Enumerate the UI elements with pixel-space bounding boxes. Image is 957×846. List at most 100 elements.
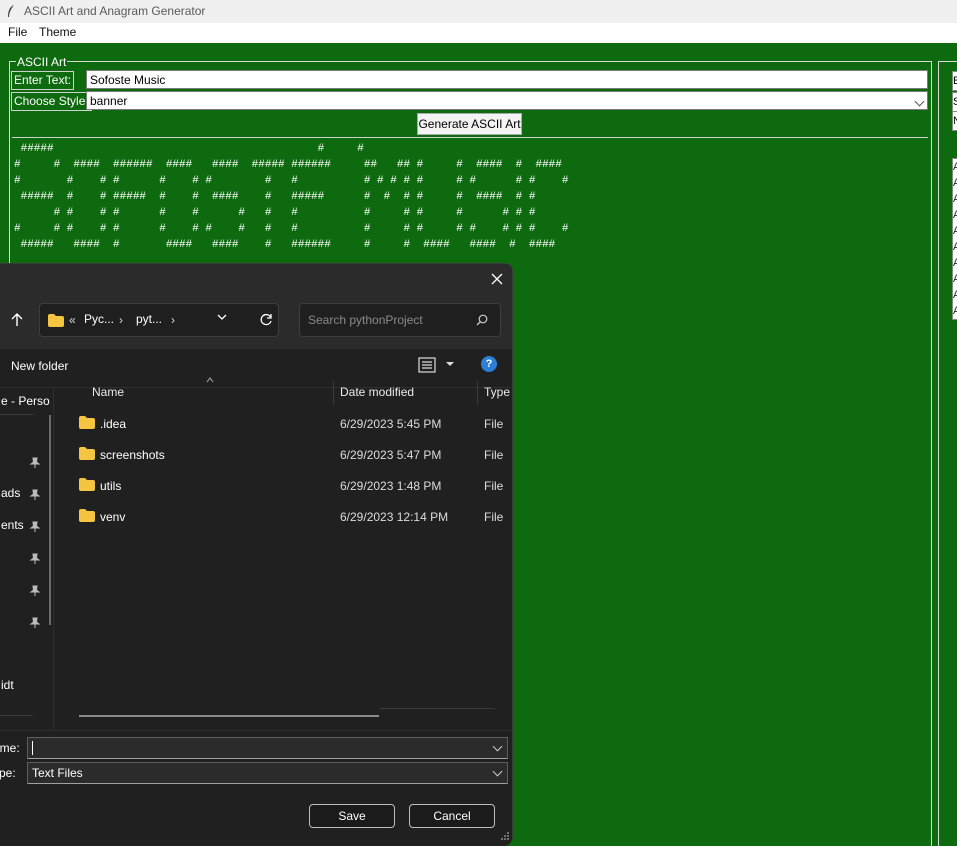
right-panel-field-3[interactable]: N: [952, 111, 957, 131]
column-divider[interactable]: [477, 381, 478, 405]
list-item: A: [953, 255, 957, 271]
list-item: A: [953, 207, 957, 223]
scrollbar-track: [379, 708, 495, 709]
search-input[interactable]: Search pythonProject: [299, 303, 501, 337]
list-item: A: [953, 175, 957, 191]
list-item: A: [953, 191, 957, 207]
chevron-down-icon: [914, 96, 925, 107]
dialog-header: « Pyc... › pyt... › Search pythonProject: [0, 264, 512, 349]
text-caret: [32, 741, 33, 755]
file-row[interactable]: utils 6/29/2023 1:48 PM File folder: [73, 472, 513, 500]
nav-item-onedrive[interactable]: e - Perso: [1, 394, 50, 408]
choose-style-label: Choose Style:: [11, 92, 92, 111]
chevron-down-icon[interactable]: [445, 359, 455, 369]
nav-item-documents[interactable]: ents: [1, 518, 24, 532]
style-select[interactable]: banner: [86, 91, 928, 110]
search-icon: [476, 314, 488, 326]
list-item: A: [953, 159, 957, 175]
column-header-date[interactable]: Date modified: [340, 385, 414, 399]
navigation-pane: e - Perso ads ents idt: [0, 388, 54, 731]
nav-divider: [0, 715, 33, 716]
save-dialog: « Pyc... › pyt... › Search pythonProject…: [0, 263, 513, 846]
breadcrumb-item[interactable]: Pyc...: [84, 312, 114, 326]
list-item: A: [953, 271, 957, 287]
resize-grip-icon[interactable]: [500, 831, 510, 841]
list-item: A: [953, 303, 957, 319]
help-icon[interactable]: ?: [481, 356, 497, 372]
feather-icon: [8, 5, 14, 17]
pin-icon: [29, 489, 41, 500]
file-name: venv: [100, 510, 126, 524]
pin-icon: [29, 617, 41, 628]
column-divider[interactable]: [333, 381, 334, 405]
folder-icon: [79, 509, 95, 522]
generate-ascii-art-button[interactable]: Generate ASCII Art: [417, 113, 522, 135]
file-date: 6/29/2023 5:45 PM: [340, 417, 442, 431]
right-panel-field-1[interactable]: E: [952, 71, 957, 91]
search-placeholder: Search pythonProject: [308, 313, 423, 327]
column-header-type[interactable]: Type: [484, 385, 510, 399]
window-title: ASCII Art and Anagram Generator: [24, 4, 206, 18]
arrow-up-icon[interactable]: [9, 312, 25, 328]
refresh-icon[interactable]: [259, 313, 273, 327]
close-icon[interactable]: [490, 272, 504, 286]
chevron-right-icon: ›: [171, 313, 175, 327]
menu-bar: File Theme: [0, 23, 957, 43]
list-item: A: [953, 239, 957, 255]
file-row[interactable]: venv 6/29/2023 12:14 PM File folder: [73, 503, 513, 531]
filetype-value: Text Files: [32, 766, 83, 780]
file-name: screenshots: [100, 448, 165, 462]
file-type: File folder: [484, 417, 504, 431]
list-item: A: [953, 223, 957, 239]
filetype-label: ype:: [0, 766, 16, 780]
right-panel-list[interactable]: A A A A A A A A A A: [952, 158, 957, 320]
file-type: File folder: [484, 479, 504, 493]
menu-theme[interactable]: Theme: [37, 25, 78, 39]
filename-label: ame:: [0, 741, 20, 755]
pin-icon: [29, 521, 41, 532]
ascii-output-text: ##### # # # # #### ###### #### #### ####…: [14, 143, 569, 251]
dialog-toolbar: New folder ?: [0, 349, 512, 388]
enter-text-label: Enter Text:: [11, 71, 75, 90]
pin-icon: [29, 457, 41, 468]
file-name: utils: [100, 479, 122, 493]
file-name: .idea: [100, 417, 127, 431]
file-date: 6/29/2023 12:14 PM: [340, 510, 449, 524]
filename-input[interactable]: [27, 737, 508, 759]
title-bar: ASCII Art and Anagram Generator: [0, 0, 957, 23]
file-date: 6/29/2023 5:47 PM: [340, 448, 442, 462]
folder-icon: [79, 478, 95, 491]
menu-file[interactable]: File: [6, 25, 29, 39]
file-type: File folder: [484, 510, 504, 524]
cancel-button[interactable]: Cancel: [409, 804, 495, 828]
view-list-icon[interactable]: [418, 357, 436, 373]
chevron-down-icon: [492, 766, 503, 777]
pin-icon: [29, 553, 41, 564]
file-date: 6/29/2023 1:48 PM: [340, 479, 442, 493]
file-row[interactable]: .idea 6/29/2023 5:45 PM File folder: [73, 410, 513, 438]
breadcrumb-item[interactable]: pyt...: [136, 312, 162, 326]
chevron-right-icon: ›: [119, 313, 123, 327]
right-panel-field-2[interactable]: S: [952, 92, 957, 112]
horizontal-scrollbar[interactable]: [79, 715, 379, 717]
nav-scrollbar[interactable]: [49, 415, 51, 625]
filetype-select[interactable]: Text Files: [27, 762, 508, 784]
breadcrumb-overflow[interactable]: «: [69, 313, 76, 327]
folder-icon: [48, 314, 64, 327]
file-row[interactable]: screenshots 6/29/2023 5:47 PM File folde…: [73, 441, 513, 469]
ascii-art-frame-label: ASCII Art: [16, 55, 68, 69]
enter-text-input[interactable]: Sofoste Music: [86, 70, 928, 89]
chevron-down-icon[interactable]: [217, 312, 227, 322]
new-folder-button[interactable]: New folder: [11, 359, 68, 373]
list-item: A: [953, 287, 957, 303]
nav-item-downloads[interactable]: ads: [1, 486, 20, 500]
nav-divider: [0, 414, 33, 415]
address-bar[interactable]: « Pyc... › pyt... ›: [39, 303, 279, 337]
chevron-down-icon[interactable]: [492, 741, 503, 752]
pin-icon: [29, 585, 41, 596]
style-select-value: banner: [90, 94, 128, 108]
file-type: File folder: [484, 448, 504, 462]
nav-item-other[interactable]: idt: [1, 678, 14, 692]
save-button[interactable]: Save: [309, 804, 395, 828]
column-header-name[interactable]: Name: [92, 385, 124, 399]
